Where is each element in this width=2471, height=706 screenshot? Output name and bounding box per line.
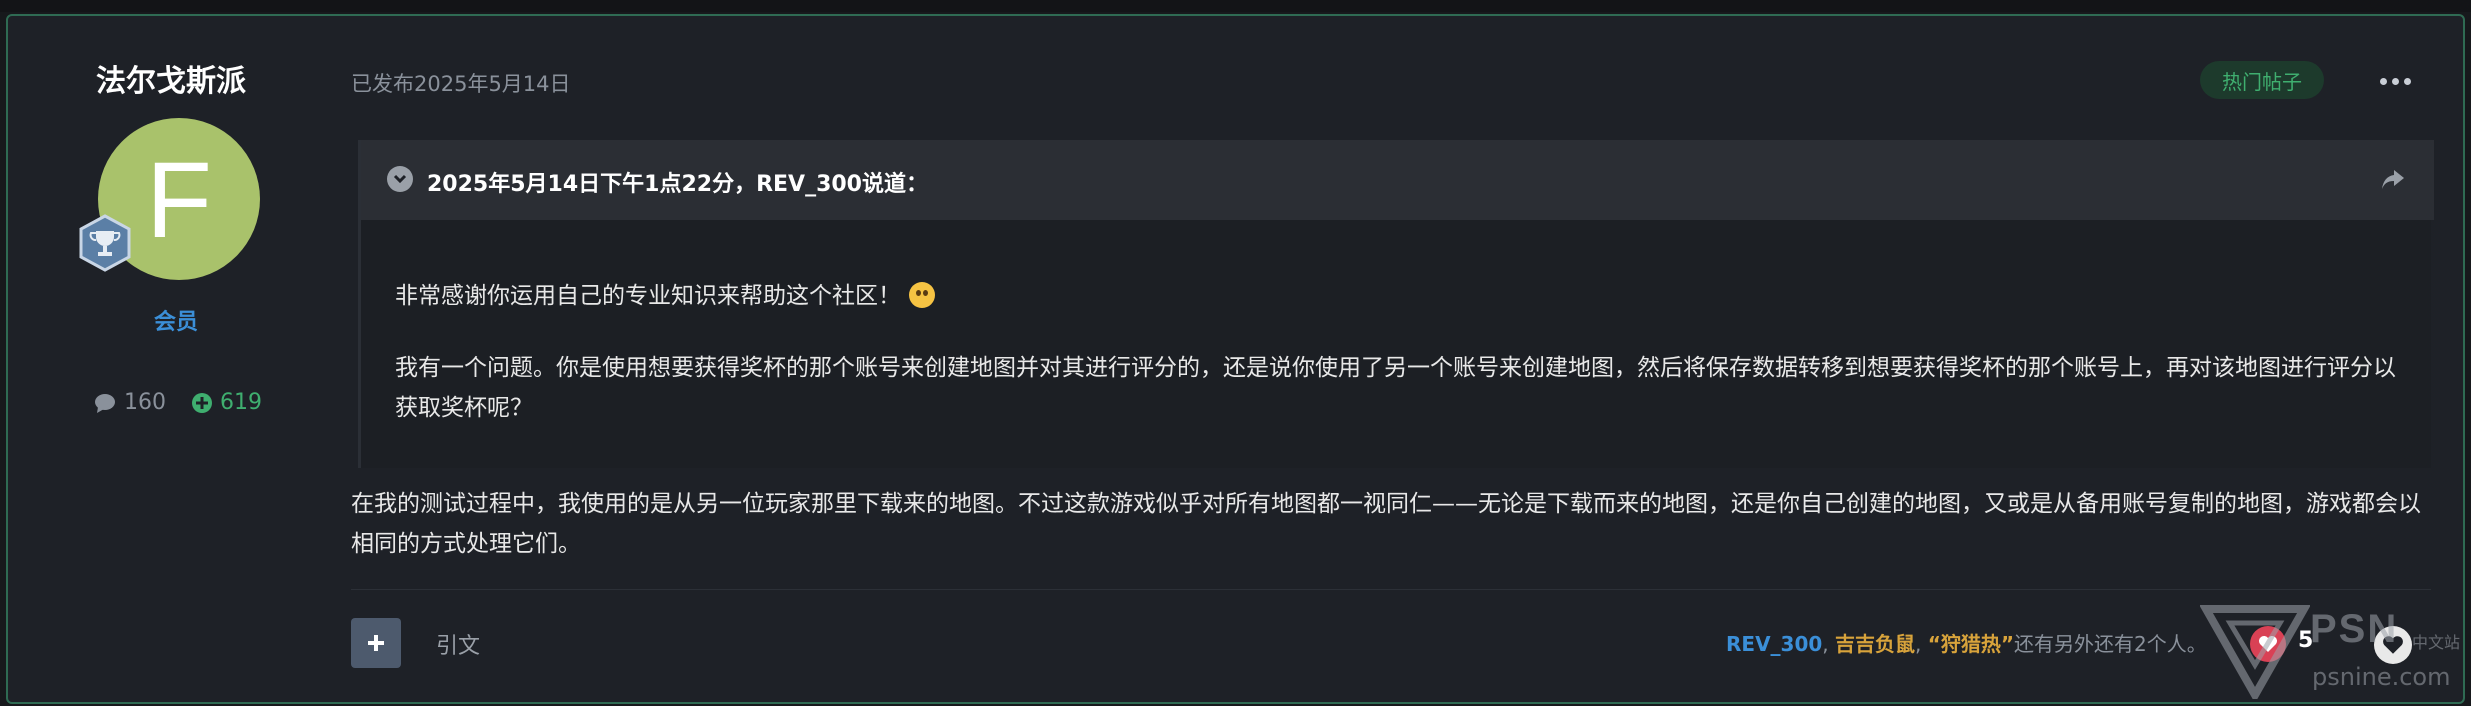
blush-emoji-icon xyxy=(909,282,935,308)
go-to-quoted-post-icon[interactable] xyxy=(2378,164,2408,194)
quote-citation: 2025年5月14日下午1点22分，REV_300说道： xyxy=(427,172,928,197)
reactor-link[interactable]: REV_300 xyxy=(1726,632,1822,656)
quote-paragraph: 非常感谢你运用自己的专业知识来帮助这个社区！ xyxy=(395,276,2405,316)
dot-icon xyxy=(2379,77,2387,85)
dot-icon xyxy=(2391,77,2399,85)
top-strip xyxy=(0,0,2471,12)
quote-body: 非常感谢你运用自己的专业知识来帮助这个社区！ 我有一个问题。你是使用想要获得奖杯… xyxy=(395,276,2405,460)
forum-post: 法尔戈斯派 F 会员 160 619 已发布2025年5月14日 热门帖子 20… xyxy=(6,14,2465,704)
psnine-logo-icon xyxy=(2200,605,2310,699)
comment-count: 160 xyxy=(94,390,166,415)
more-options-button[interactable] xyxy=(2378,68,2412,94)
reputation-count: 619 xyxy=(192,390,262,415)
reactions-summary[interactable]: REV_300, 吉吉负鼠, “狩猎热”还有另外还有2个人。 xyxy=(1726,628,2207,657)
reputation-value: 619 xyxy=(220,390,262,415)
watermark-tagline: 中文站 xyxy=(2412,633,2461,652)
reactors-more[interactable]: 还有另外还有2个人。 xyxy=(2014,632,2207,656)
comment-count-value: 160 xyxy=(124,390,166,415)
divider xyxy=(351,589,2431,590)
author-name[interactable]: 法尔戈斯派 xyxy=(96,56,246,100)
reactor-link[interactable]: 吉吉负鼠 xyxy=(1835,632,1915,656)
post-body: 在我的测试过程中，我使用的是从另一位玩家那里下载来的地图。不过这款游戏似乎对所有… xyxy=(351,491,2421,557)
member-role[interactable]: 会员 xyxy=(154,304,198,336)
collapse-toggle-icon[interactable] xyxy=(387,166,413,192)
trophy-rank-icon xyxy=(79,214,131,272)
plus-icon xyxy=(368,635,384,651)
popular-post-badge: 热门帖子 xyxy=(2200,61,2324,99)
author-stats: 160 619 xyxy=(94,390,262,415)
comment-icon xyxy=(95,393,115,413)
multiquote-add-button[interactable] xyxy=(351,618,401,668)
watermark-brand: PSN xyxy=(2310,607,2399,651)
site-watermark: PSN 中文站 psnine.com xyxy=(2200,603,2470,703)
quote-button[interactable]: 引文 xyxy=(436,628,480,660)
quote-header: 2025年5月14日下午1点22分，REV_300说道： xyxy=(361,140,2434,220)
watermark-url: psnine.com xyxy=(2312,663,2451,691)
quote-paragraph: 我有一个问题。你是使用想要获得奖杯的那个账号来创建地图并对其进行评分的，还是说你… xyxy=(395,355,2396,421)
post-date[interactable]: 已发布2025年5月14日 xyxy=(351,68,571,98)
quote-block: 2025年5月14日下午1点22分，REV_300说道： 非常感谢你运用自己的专… xyxy=(358,140,2434,468)
plus-circle-icon xyxy=(192,392,212,413)
reactor-link[interactable]: “狩猎热” xyxy=(1928,632,2014,656)
dot-icon xyxy=(2403,77,2411,85)
